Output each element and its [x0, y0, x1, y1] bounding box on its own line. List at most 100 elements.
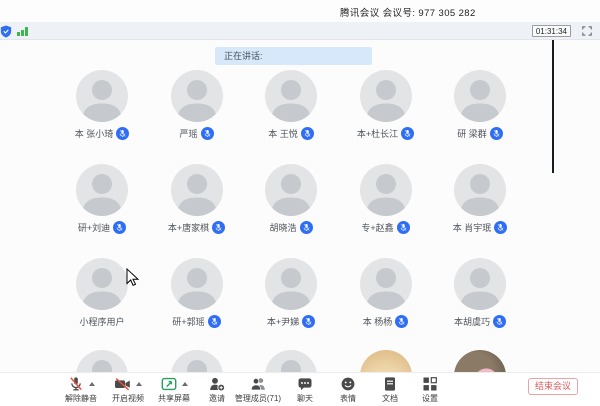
participant-tile[interactable]: 本+尹娣	[245, 258, 337, 328]
participant-tile[interactable]: 专+赵鑫	[340, 164, 432, 234]
chevron-up-icon[interactable]	[136, 382, 142, 386]
manage-members-button[interactable]: 管理成员(71)	[230, 376, 286, 404]
avatar	[171, 350, 223, 372]
docs-button[interactable]: 文档	[373, 376, 407, 404]
mic-muted-badge	[302, 315, 315, 328]
speaking-banner-label: 正在讲话:	[224, 51, 263, 61]
avatar	[360, 350, 412, 372]
participant-name: 研+郭瑶	[172, 315, 204, 328]
avatar	[360, 164, 412, 216]
members-icon	[250, 376, 266, 392]
emoji-button[interactable]: 表情	[331, 376, 365, 404]
participant-name: 本 肖宇珉	[453, 221, 492, 234]
share-screen-icon	[161, 376, 177, 392]
mic-muted-badge	[212, 221, 225, 234]
avatar	[265, 258, 317, 310]
avatar	[265, 164, 317, 216]
participant-tile[interactable]: 胡晓浩	[245, 164, 337, 234]
mic-muted-badge	[490, 127, 503, 140]
chat-button[interactable]: 聊天	[288, 376, 322, 404]
avatar	[76, 350, 128, 372]
chevron-up-icon[interactable]	[89, 382, 95, 386]
avatar	[360, 70, 412, 122]
participant-name: 研 梁群	[457, 127, 487, 140]
participant-grid-row	[56, 350, 526, 372]
participant-tile[interactable]: 本 王悦	[245, 70, 337, 140]
avatar	[265, 350, 317, 372]
share-screen-button[interactable]: 共享屏幕	[148, 376, 200, 404]
mic-muted-badge	[493, 315, 506, 328]
avatar	[360, 258, 412, 310]
meeting-title: 腾讯会议 会议号: 977 305 282	[340, 5, 476, 19]
chevron-up-icon[interactable]	[182, 382, 188, 386]
security-shield-icon[interactable]	[0, 25, 12, 38]
document-icon	[382, 376, 398, 392]
avatar	[454, 258, 506, 310]
chat-bubble-icon	[297, 376, 313, 392]
participant-name: 胡晓浩	[269, 221, 296, 234]
participant-grid-row: 研+刘迪 本+唐家棋 胡晓浩 专+赵鑫 本 肖宇珉	[56, 164, 526, 234]
participant-name: 本胡虞巧	[454, 315, 490, 328]
participant-tile[interactable]: 研+郭瑶	[151, 258, 243, 328]
mic-muted-badge	[201, 127, 214, 140]
participant-tile[interactable]: 研 梁群	[434, 70, 526, 140]
participant-tile[interactable]: 本胡虞巧	[434, 258, 526, 328]
avatar	[454, 164, 506, 216]
mic-muted-badge	[395, 315, 408, 328]
unmute-button[interactable]: 解除静音	[55, 376, 107, 404]
participant-name: 本+杜长江	[357, 127, 398, 140]
titlebar: 腾讯会议 会议号: 977 305 282	[0, 0, 600, 22]
mic-muted-badge	[208, 315, 221, 328]
participant-tile[interactable]	[434, 350, 526, 372]
participant-tile[interactable]: 本 肖宇珉	[434, 164, 526, 234]
participant-tile[interactable]: 本+杜长江	[340, 70, 432, 140]
participant-tile[interactable]	[56, 350, 148, 372]
mic-muted-badge	[397, 221, 410, 234]
avatar	[265, 70, 317, 122]
emoji-smiley-icon	[340, 376, 356, 392]
status-bar: 01:31:34	[0, 22, 600, 40]
participant-name: 严瑶	[179, 127, 197, 140]
participant-name: 本+尹娣	[267, 315, 299, 328]
invite-person-icon	[209, 376, 225, 392]
participant-tile[interactable]	[245, 350, 337, 372]
camera-off-icon	[114, 376, 131, 392]
meeting-toolbar: 解除静音 开启视频 共享屏幕	[0, 372, 600, 406]
speaking-banner: 正在讲话:	[215, 47, 372, 65]
scroll-indicator[interactable]	[552, 40, 554, 173]
participant-tile[interactable]: 本+唐家棋	[151, 164, 243, 234]
participant-tile[interactable]: 严瑶	[151, 70, 243, 140]
participant-name: 本 张小琦	[75, 127, 114, 140]
mic-muted-badge	[494, 221, 507, 234]
avatar	[171, 70, 223, 122]
end-meeting-button[interactable]: 结束会议	[528, 378, 578, 395]
participant-name: 小程序用户	[79, 315, 124, 328]
settings-grid-icon	[422, 376, 438, 392]
avatar	[454, 70, 506, 122]
mouse-cursor	[126, 268, 139, 287]
participant-name: 专+赵鑫	[361, 221, 393, 234]
avatar	[76, 70, 128, 122]
mic-muted-badge	[300, 221, 313, 234]
participant-tile[interactable]: 本 杨杨	[340, 258, 432, 328]
participant-tile[interactable]: 本 张小琦	[56, 70, 148, 140]
participant-grid: 正在讲话: 本 张小琦 严瑶 本 王悦 本+杜长江 研 梁群	[0, 40, 600, 372]
start-video-button[interactable]: 开启视频	[102, 376, 154, 404]
settings-button[interactable]: 设置	[413, 376, 447, 404]
participant-name: 本 王悦	[268, 127, 298, 140]
avatar	[76, 258, 128, 310]
avatar	[454, 350, 506, 372]
avatar	[171, 258, 223, 310]
avatar	[76, 164, 128, 216]
participant-tile[interactable]	[151, 350, 243, 372]
participant-tile[interactable]	[340, 350, 432, 372]
participant-name: 研+刘迪	[78, 221, 110, 234]
mic-muted-badge	[116, 127, 129, 140]
fullscreen-icon[interactable]	[582, 26, 592, 36]
mic-muted-badge	[301, 127, 314, 140]
network-signal-icon[interactable]	[17, 27, 29, 36]
mic-muted-badge	[401, 127, 414, 140]
meeting-duration: 01:31:34	[532, 25, 571, 37]
participant-tile[interactable]: 研+刘迪	[56, 164, 148, 234]
participant-grid-row: 本 张小琦 严瑶 本 王悦 本+杜长江 研 梁群	[56, 70, 526, 140]
